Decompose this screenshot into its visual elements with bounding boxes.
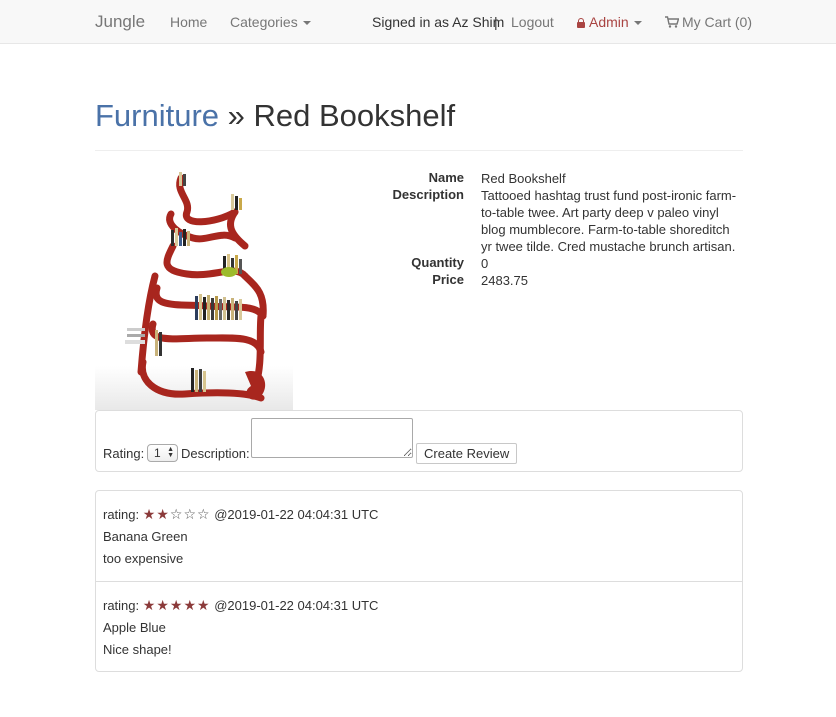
select-arrows-icon: ▲ ▼ — [167, 446, 174, 459]
review-timestamp: @2019-01-22 04:04:31 UTC — [214, 598, 379, 613]
create-review-button[interactable]: Create Review — [416, 443, 518, 464]
chevron-down-icon — [633, 21, 642, 26]
star-filled-icon: ★ — [169, 597, 184, 613]
review-author: Apple Blue — [103, 620, 166, 635]
review-rating-label: rating: — [103, 598, 140, 613]
review-rating-line: rating: ★★☆☆☆ @2019-01-22 04:04:31 UTC — [103, 506, 378, 523]
page-title: Furniture » Red Bookshelf — [95, 98, 455, 134]
star-filled-icon: ★ — [142, 506, 157, 522]
review-rating-line: rating: ★★★★★ @2019-01-22 04:04:31 UTC — [103, 597, 378, 614]
nav-home-link[interactable]: Home — [170, 0, 207, 44]
navbar: Jungle Home Categories Signed in as Az S… — [0, 0, 836, 44]
review-form: Rating: 1 ▲ ▼ Description: Create Review — [95, 410, 743, 472]
product-image — [95, 172, 293, 410]
review-item: rating: ★★★★★ @2019-01-22 04:04:31 UTC A… — [96, 581, 742, 671]
review-rating-label: rating: — [103, 507, 140, 522]
name-value: Red Bookshelf — [481, 171, 566, 186]
lock-icon — [577, 18, 585, 28]
cart-link[interactable]: My Cart (0) — [665, 0, 752, 44]
description-textarea[interactable] — [251, 418, 413, 458]
rating-select-value: 1 — [154, 446, 161, 460]
star-empty-icon: ☆ — [169, 506, 184, 522]
review-text: Nice shape! — [103, 642, 172, 657]
description-field-label: Description: — [181, 446, 250, 461]
star-filled-icon: ★ — [156, 506, 170, 522]
categories-label: Categories — [230, 14, 298, 30]
review-timestamp: @2019-01-22 04:04:31 UTC — [214, 507, 379, 522]
star-filled-icon: ★ — [183, 597, 198, 613]
cart-label: My Cart (0) — [682, 14, 752, 30]
description-value: Tattooed hashtag trust fund post-ironic … — [481, 188, 737, 254]
price-label: Price — [432, 272, 464, 287]
star-filled-icon: ★ — [197, 597, 211, 613]
star-filled-icon: ★ — [142, 597, 157, 613]
rating-select[interactable]: 1 ▲ ▼ — [147, 444, 178, 462]
product-title: Red Bookshelf — [253, 98, 456, 133]
name-label: Name — [428, 170, 464, 185]
star-rating: ★★☆☆☆ — [143, 506, 211, 523]
categories-dropdown[interactable]: Categories — [230, 0, 311, 44]
admin-dropdown[interactable]: Admin — [577, 0, 642, 44]
header-divider — [95, 150, 743, 151]
star-empty-icon: ☆ — [183, 506, 198, 522]
star-rating: ★★★★★ — [143, 597, 211, 614]
quantity-value: 0 — [481, 256, 489, 271]
star-filled-icon: ★ — [156, 597, 170, 613]
brand-link[interactable]: Jungle — [95, 0, 145, 44]
logout-link[interactable]: Logout — [511, 0, 554, 44]
description-label: Description — [392, 187, 464, 202]
nav-separator: | — [494, 14, 498, 30]
category-link[interactable]: Furniture — [95, 98, 219, 133]
quantity-label: Quantity — [411, 255, 464, 270]
title-separator: » — [219, 98, 254, 133]
star-empty-icon: ☆ — [197, 506, 211, 522]
review-item: rating: ★★☆☆☆ @2019-01-22 04:04:31 UTC B… — [96, 491, 742, 581]
reviews-list: rating: ★★☆☆☆ @2019-01-22 04:04:31 UTC B… — [95, 490, 743, 672]
rating-label: Rating: — [103, 446, 145, 461]
chevron-down-icon — [302, 21, 311, 26]
review-text: too expensive — [103, 551, 184, 566]
price-value: 2483.75 — [481, 273, 528, 288]
admin-label: Admin — [589, 14, 629, 30]
signed-in-text: Signed in as Az Shim — [372, 14, 505, 30]
review-author: Banana Green — [103, 529, 188, 544]
cart-icon — [665, 16, 679, 28]
